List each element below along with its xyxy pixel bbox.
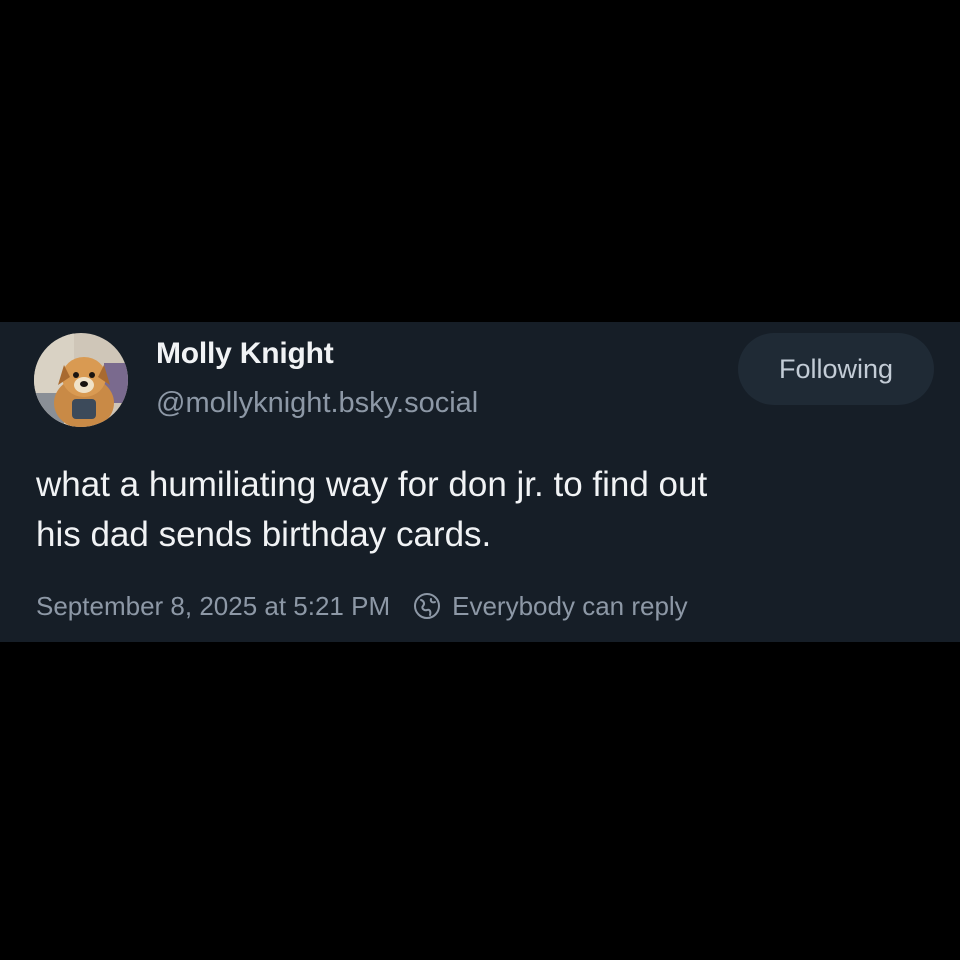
author-avatar[interactable] bbox=[34, 333, 128, 427]
reply-setting[interactable]: Everybody can reply bbox=[452, 591, 688, 622]
author-handle[interactable]: @mollyknight.bsky.social bbox=[156, 387, 478, 420]
author-display-name[interactable]: Molly Knight bbox=[156, 337, 334, 371]
globe-icon bbox=[412, 591, 442, 621]
post-text-line: his dad sends birthday cards. bbox=[36, 515, 492, 554]
post-timestamp[interactable]: September 8, 2025 at 5:21 PM bbox=[36, 591, 390, 622]
post-meta: September 8, 2025 at 5:21 PM Everybody c… bbox=[36, 588, 688, 624]
following-button[interactable]: Following bbox=[738, 333, 934, 405]
post-text-line: what a humiliating way for don jr. to fi… bbox=[36, 465, 708, 504]
post-text: what a humiliating way for don jr. to fi… bbox=[36, 460, 936, 560]
dog-photo-avatar-icon bbox=[34, 333, 128, 427]
